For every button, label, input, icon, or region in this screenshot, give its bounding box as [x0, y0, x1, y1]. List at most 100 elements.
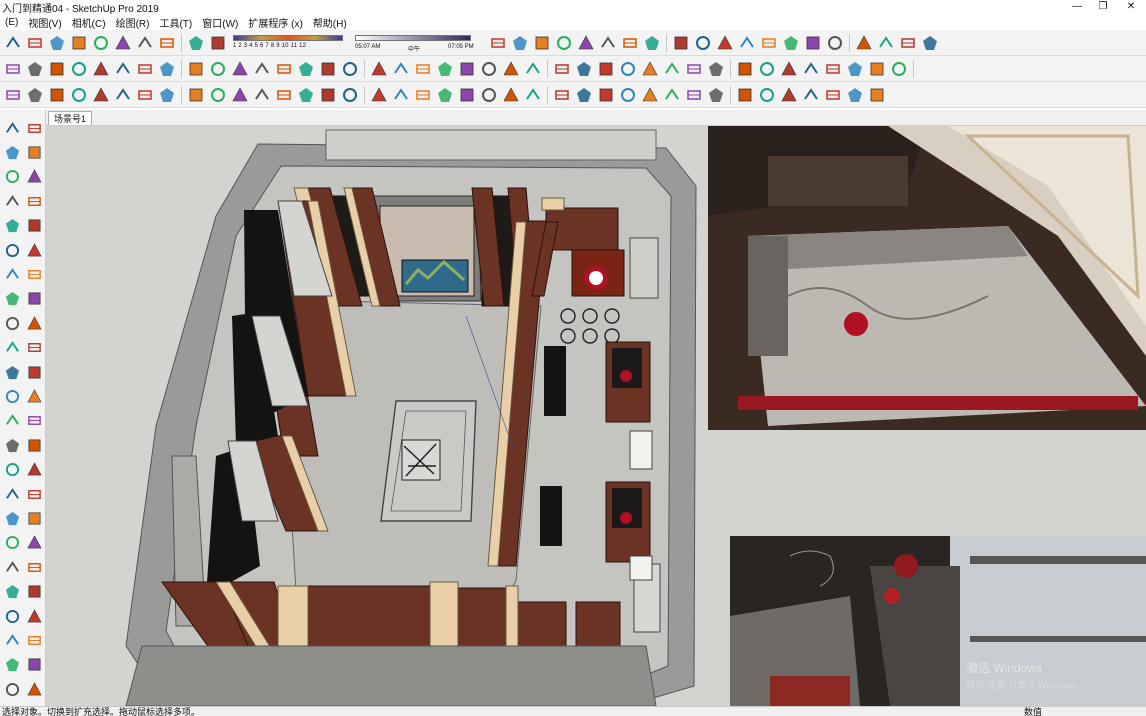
line-icon[interactable]: [480, 60, 498, 78]
match-photo-icon[interactable]: [802, 60, 820, 78]
zoom-extents-tool-icon[interactable]: [1, 457, 23, 481]
frame-icon[interactable]: [597, 86, 615, 104]
sphere-icon[interactable]: [436, 86, 454, 104]
tape-icon[interactable]: [458, 60, 476, 78]
follow-me-icon[interactable]: [341, 60, 359, 78]
follow-left-icon[interactable]: [1, 628, 23, 652]
stamp-left-icon[interactable]: [23, 531, 45, 555]
paint-icon[interactable]: [643, 34, 661, 52]
scale-tool-icon[interactable]: [1, 311, 23, 335]
copy-icon[interactable]: [48, 34, 66, 52]
solid-tools-icon[interactable]: [26, 86, 44, 104]
entity-info-icon[interactable]: [736, 60, 754, 78]
arc-tool-icon[interactable]: [1, 238, 23, 262]
rectangle-icon[interactable]: [575, 60, 593, 78]
back-view-icon[interactable]: [275, 60, 293, 78]
pan-tool-icon[interactable]: [23, 409, 45, 433]
intersect-icon[interactable]: [48, 86, 66, 104]
spiral-icon[interactable]: [619, 86, 637, 104]
smoove-icon[interactable]: [253, 86, 271, 104]
curve-icon[interactable]: [502, 86, 520, 104]
drape-icon[interactable]: [297, 86, 315, 104]
bezier-icon[interactable]: [707, 86, 725, 104]
model-viewport[interactable]: 激活 Windows 转到"设置"以激活 Windows。: [46, 126, 1146, 706]
home-icon[interactable]: [511, 34, 529, 52]
undo-icon[interactable]: [114, 34, 132, 52]
wave-icon[interactable]: [802, 86, 820, 104]
menu-draw[interactable]: 绘图(R): [111, 15, 155, 30]
menu-tools[interactable]: 工具(T): [154, 15, 197, 30]
date-slider[interactable]: [233, 34, 343, 41]
house-icon[interactable]: [533, 34, 551, 52]
wireframe-icon[interactable]: [70, 60, 88, 78]
trash-icon[interactable]: [4, 86, 22, 104]
sync-icon[interactable]: [553, 86, 571, 104]
zoom-tool-left-icon[interactable]: [1, 433, 23, 457]
pan-icon[interactable]: [641, 60, 659, 78]
line-tool-icon[interactable]: [1, 165, 23, 189]
offset-tool-icon[interactable]: [23, 311, 45, 335]
union-icon[interactable]: [70, 86, 88, 104]
orbit-tool-icon[interactable]: [1, 409, 23, 433]
redo-icon[interactable]: [136, 34, 154, 52]
component-options-icon[interactable]: [868, 60, 886, 78]
push-pull-icon[interactable]: [319, 60, 337, 78]
layer-icon[interactable]: [685, 60, 703, 78]
select-tool-icon[interactable]: [1, 116, 23, 140]
fog-icon[interactable]: [780, 60, 798, 78]
export-icon[interactable]: [758, 86, 776, 104]
sandbox-left-icon[interactable]: [1, 531, 23, 555]
previous-view-icon[interactable]: [23, 457, 45, 481]
walk-tool-icon[interactable]: [1, 506, 23, 530]
axes-icon[interactable]: [855, 34, 873, 52]
color-icon[interactable]: [524, 86, 542, 104]
protractor-icon[interactable]: [921, 34, 939, 52]
text-tool-icon[interactable]: [23, 360, 45, 384]
zoom-icon[interactable]: [672, 34, 690, 52]
text-icon[interactable]: [899, 34, 917, 52]
menu-extensions[interactable]: 扩展程序 (x): [243, 15, 307, 30]
move-icon[interactable]: [392, 60, 410, 78]
grid-icon[interactable]: [458, 86, 476, 104]
new-file-icon[interactable]: [4, 34, 22, 52]
menu-window[interactable]: 窗口(W): [197, 15, 243, 30]
close-button[interactable]: ✕: [1118, 0, 1144, 14]
outer-shell-icon[interactable]: [158, 86, 176, 104]
section-tool-icon[interactable]: [23, 506, 45, 530]
zoom-window-tool-icon[interactable]: [23, 433, 45, 457]
cube-left-icon[interactable]: [1, 677, 23, 701]
follow-me-tool-icon[interactable]: [23, 262, 45, 286]
polygon-icon[interactable]: [553, 60, 571, 78]
style-icon[interactable]: [804, 34, 822, 52]
scene-tab-1[interactable]: 场景号1: [48, 111, 93, 125]
polygon-tool-icon[interactable]: [23, 214, 45, 238]
trim-icon[interactable]: [114, 86, 132, 104]
diag-icon[interactable]: [846, 86, 864, 104]
scratch-left-icon[interactable]: [23, 604, 45, 628]
shaded-icon[interactable]: [114, 60, 132, 78]
arc-icon[interactable]: [502, 60, 520, 78]
rotate-tool-icon[interactable]: [414, 60, 432, 78]
shadow-icon[interactable]: [758, 60, 776, 78]
hidden-line-icon[interactable]: [92, 60, 110, 78]
model-info-icon[interactable]: [187, 34, 205, 52]
pie-icon[interactable]: [23, 238, 45, 262]
component-icon[interactable]: [555, 34, 573, 52]
soften-edges-icon[interactable]: [824, 60, 842, 78]
scene-icon[interactable]: [890, 60, 908, 78]
add-detail-left-icon[interactable]: [23, 555, 45, 579]
outliner-icon[interactable]: [707, 60, 725, 78]
position-camera-icon[interactable]: [738, 34, 756, 52]
menu-camera[interactable]: 相机(C): [67, 15, 111, 30]
line-tool-icon[interactable]: [824, 86, 842, 104]
flip-left-icon[interactable]: [1, 579, 23, 603]
x-ray-icon[interactable]: [26, 60, 44, 78]
circle-tool-icon[interactable]: [1, 214, 23, 238]
iso-view-icon[interactable]: [187, 60, 205, 78]
orbit-icon[interactable]: [619, 60, 637, 78]
freehand-tool-icon[interactable]: [23, 165, 45, 189]
wave-left-icon[interactable]: [23, 628, 45, 652]
dimension-icon[interactable]: [877, 34, 895, 52]
smoove-left-icon[interactable]: [23, 579, 45, 603]
look-around-icon[interactable]: [782, 34, 800, 52]
